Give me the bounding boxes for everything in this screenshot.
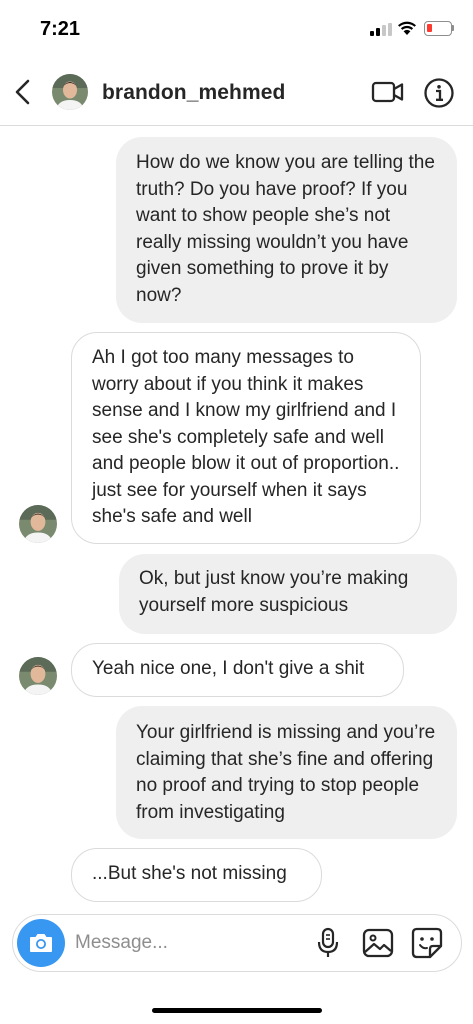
camera-icon[interactable] <box>17 919 65 967</box>
avatar[interactable] <box>52 74 88 110</box>
signal-icon <box>370 23 392 36</box>
status-bar: 7:21 <box>0 0 473 60</box>
microphone-icon[interactable] <box>315 927 341 959</box>
wifi-icon <box>398 21 416 35</box>
sent-message[interactable]: How do we know you are telling the truth… <box>116 137 457 323</box>
message-composer <box>12 914 462 972</box>
status-time: 7:21 <box>40 18 81 40</box>
battery-icon <box>424 21 452 36</box>
message-input[interactable] <box>75 923 295 963</box>
received-message[interactable]: Yeah nice one, I don't give a shit <box>71 643 404 697</box>
chat-header: brandon_mehmed <box>0 60 473 126</box>
battery-cap <box>452 25 454 31</box>
sent-message[interactable]: Ok, but just know you’re making yourself… <box>119 554 457 634</box>
chevron-left-icon[interactable] <box>10 76 38 108</box>
sticker-icon[interactable] <box>411 927 443 959</box>
info-icon[interactable] <box>423 77 455 109</box>
avatar[interactable] <box>19 505 57 543</box>
received-message[interactable]: Ah I got too many messages to worry abou… <box>71 332 421 544</box>
avatar[interactable] <box>19 657 57 695</box>
sent-message[interactable]: Your girlfriend is missing and you’re cl… <box>116 706 457 839</box>
chat-username[interactable]: brandon_mehmed <box>102 81 285 105</box>
video-camera-icon[interactable] <box>371 78 405 106</box>
received-message[interactable]: ...But she's not missing <box>71 848 322 902</box>
home-indicator[interactable] <box>152 1008 322 1013</box>
gallery-icon[interactable] <box>362 928 394 958</box>
